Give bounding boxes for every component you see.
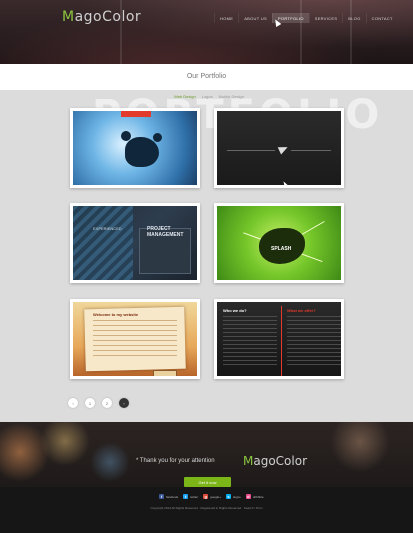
site-logo[interactable]: MagoColor (62, 9, 141, 25)
pagination-page[interactable]: 1 (85, 398, 95, 408)
nav-blog[interactable]: BLOG (342, 13, 365, 23)
thumb-label: SPLASH (271, 246, 292, 252)
filter-logos[interactable]: Logos (202, 94, 213, 99)
social-label: twitter (190, 494, 199, 499)
portfolio-item[interactable] (70, 108, 200, 188)
social-links: f facebook t twitter g google+ s skype d… (159, 494, 264, 499)
thumb-text-lines (93, 320, 177, 358)
social-googleplus[interactable]: g google+ (203, 494, 221, 499)
portfolio-item[interactable]: Who we do? What we offer? (214, 299, 344, 379)
thumb-column: What we offer? (287, 308, 341, 376)
bokeh-light (40, 422, 90, 466)
nav-about-us[interactable]: ABOUT US (238, 13, 272, 23)
footer-thanks: * Thank you for your attention (136, 458, 215, 464)
thumb-text-lines (287, 316, 341, 366)
title-band: Our Portfolio (0, 64, 413, 90)
header-light-streak (300, 0, 302, 64)
nav-home[interactable]: HOME (214, 13, 238, 23)
nav-services[interactable]: SERVICES (308, 13, 343, 23)
welcome-paper-thumb: Welcome to my website (73, 302, 197, 376)
thumb-heading: PROJECT MANAGEMENT (147, 226, 184, 238)
pagination-page[interactable]: 2 (102, 398, 112, 408)
header-light-streak (350, 0, 352, 64)
logo-initial: M (62, 9, 75, 25)
logo-text: agoColor (253, 454, 308, 468)
paper-plane-icon (277, 143, 290, 155)
thumb-red-bar (121, 111, 151, 117)
portfolio-item[interactable]: SPLASH (214, 203, 344, 283)
footer-logo[interactable]: MagoColor (243, 454, 307, 468)
get-it-now-button[interactable]: Get it now (184, 477, 231, 487)
site-header: MagoColor HOME ABOUT US PORTFOLIO SERVIC… (0, 0, 413, 64)
googleplus-icon: g (203, 494, 209, 499)
social-dribbble[interactable]: d dribbble (245, 494, 264, 499)
nav-contact[interactable]: CONTACT (365, 13, 398, 23)
portfolio-item[interactable]: EXPERIENCED PROJECT MANAGEMENT (70, 203, 200, 283)
portfolio-item[interactable]: Welcome to my website (70, 299, 200, 379)
facebook-icon: f (159, 494, 164, 499)
bokeh-light (330, 422, 390, 472)
social-label: google+ (210, 494, 221, 499)
social-twitter[interactable]: t twitter (183, 494, 198, 499)
paper-plane-thumb (217, 111, 341, 185)
filter-mobile-design[interactable]: Mobile Design (219, 94, 244, 99)
thumb-text-lines (223, 316, 277, 366)
main-nav: HOME ABOUT US PORTFOLIO SERVICES BLOG CO… (214, 13, 398, 23)
social-label: skype (232, 494, 241, 499)
dribbble-icon: d (245, 494, 251, 499)
portfolio-filters: Web Design Logos Mobile Design (174, 94, 244, 99)
bokeh-light (90, 442, 130, 482)
thumb-divider (281, 306, 282, 376)
mouse-cursor-icon (281, 180, 289, 185)
thumb-splatter (153, 133, 162, 142)
pagination-next[interactable]: › (119, 398, 129, 408)
page-title: Our Portfolio (186, 73, 227, 80)
thumb-heading: Who we do? (223, 308, 247, 313)
thumb-stripes (73, 206, 133, 280)
social-skype[interactable]: s skype (225, 494, 241, 499)
logo-initial: M (243, 454, 254, 468)
filter-web-design[interactable]: Web Design (174, 94, 196, 99)
logo-text: agoColor (74, 9, 142, 25)
pagination-prev[interactable]: ‹ (68, 398, 78, 408)
thumb-heading: Welcome to my website (93, 312, 139, 317)
thumb-heading: EXPERIENCED (93, 226, 122, 231)
green-splash-thumb: SPLASH (217, 206, 341, 280)
thumb-splatter (125, 137, 159, 167)
social-label: dribbble (252, 494, 264, 499)
project-management-thumb: EXPERIENCED PROJECT MANAGEMENT (73, 206, 197, 280)
thumb-line (227, 150, 275, 151)
twitter-icon: t (183, 494, 189, 499)
social-label: facebook (166, 494, 179, 499)
thumb-heading: What we offer? (287, 308, 316, 313)
skype-icon: s (225, 494, 231, 499)
copyright-text: Copyright 2014 All Rights Reserved · Reg… (150, 506, 263, 510)
thumb-button (153, 370, 177, 376)
dark-who-we-are-thumb: Who we do? What we offer? (217, 302, 341, 376)
pagination: ‹ 1 2 › (68, 398, 129, 408)
blue-splatter-thumb (73, 111, 197, 185)
thumb-column: Who we do? (223, 308, 277, 376)
thumb-line (291, 150, 331, 151)
portfolio-item[interactable] (214, 108, 344, 188)
social-facebook[interactable]: f facebook (159, 494, 178, 499)
thumb-splatter (121, 131, 131, 141)
